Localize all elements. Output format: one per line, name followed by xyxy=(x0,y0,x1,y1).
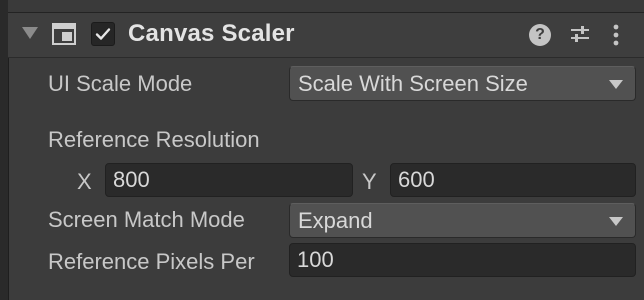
previous-component-bottom xyxy=(8,0,644,13)
reference-resolution-y-field[interactable]: 600 xyxy=(390,163,636,197)
foldout-arrow-icon[interactable] xyxy=(22,27,38,39)
canvas-scaler-component-icon xyxy=(52,23,76,45)
component-title: Canvas Scaler xyxy=(128,20,295,47)
reference-resolution-x-field[interactable]: 800 xyxy=(105,163,353,197)
presets-sliders-icon[interactable] xyxy=(569,23,591,50)
dropdown-arrow-icon xyxy=(609,217,623,226)
reference-resolution-y-label[interactable]: Y xyxy=(362,169,377,195)
dropdown-arrow-icon xyxy=(609,80,623,89)
help-icon[interactable]: ? xyxy=(529,24,551,46)
ui-scale-mode-dropdown[interactable]: Scale With Screen Size xyxy=(289,66,636,101)
component-enabled-checkbox[interactable] xyxy=(91,22,115,46)
reference-pixels-per-unit-field[interactable]: 100 xyxy=(289,243,636,277)
screen-match-mode-dropdown[interactable]: Expand xyxy=(289,203,636,238)
component-header[interactable]: Canvas Scaler ? xyxy=(8,13,644,58)
screen-match-mode-label: Screen Match Mode xyxy=(48,207,245,232)
inspector-panel: Canvas Scaler ? UI Scale Mode Scale With… xyxy=(0,0,644,300)
kebab-menu-icon[interactable] xyxy=(612,23,620,52)
reference-resolution-label: Reference Resolution xyxy=(48,127,260,152)
reference-pixels-per-unit-label: Reference Pixels Per xyxy=(48,249,255,274)
reference-resolution-x-label[interactable]: X xyxy=(77,169,92,195)
screen-match-mode-value: Expand xyxy=(298,208,373,233)
ui-scale-mode-label: UI Scale Mode xyxy=(48,71,193,96)
ui-scale-mode-value: Scale With Screen Size xyxy=(298,71,528,96)
checkmark-icon xyxy=(95,28,111,40)
